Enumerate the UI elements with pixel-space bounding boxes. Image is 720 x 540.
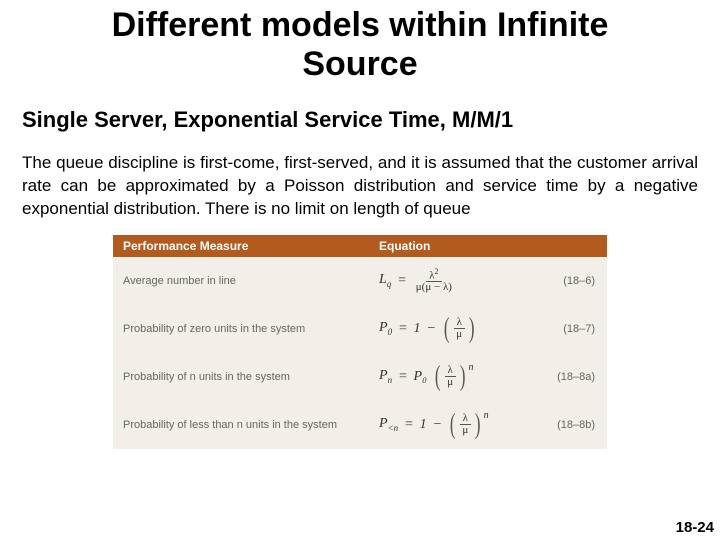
symbol-p0: P0 xyxy=(379,320,392,337)
table-row: Probability of less than n units in the … xyxy=(113,401,607,449)
equation-cell: Pn = P₀ ( λ μ ) n xyxy=(373,365,523,388)
exponent-n: n xyxy=(469,362,474,373)
equation-cell: P<n = 1 − ( λ μ ) n xyxy=(373,413,523,436)
paren-group: ( λ μ ) n xyxy=(448,413,489,436)
equation-cell: P0 = 1 − ( λ μ ) xyxy=(373,317,523,340)
measure-label: Probability of zero units in the system xyxy=(113,323,373,335)
fraction: λ μ xyxy=(453,317,465,340)
equals-icon: = xyxy=(404,417,413,433)
table-header: Performance Measure Equation xyxy=(113,235,607,257)
table-row: Average number in line Lq = λ2 μ(μ − λ) … xyxy=(113,257,607,305)
rparen-icon: ) xyxy=(469,319,475,339)
body-paragraph: The queue discipline is first-come, firs… xyxy=(0,140,720,231)
equals-icon: = xyxy=(398,369,407,385)
symbol-pn: Pn xyxy=(379,368,392,385)
lparen-icon: ( xyxy=(450,415,456,435)
lparen-icon: ( xyxy=(444,319,450,339)
fraction: λ μ xyxy=(459,413,471,436)
equation-ref: (18–7) xyxy=(523,323,607,335)
one: 1 xyxy=(420,417,427,433)
measure-label: Average number in line xyxy=(113,275,373,287)
table-row: Probability of zero units in the system … xyxy=(113,305,607,353)
lparen-icon: ( xyxy=(435,367,441,387)
page-title: Different models within Infinite Source xyxy=(0,0,720,88)
equation-ref: (18–6) xyxy=(523,275,607,287)
symbol-p0-ref: P₀ xyxy=(414,369,427,385)
one: 1 xyxy=(414,321,421,337)
symbol-pltn: P<n xyxy=(379,416,398,433)
equation-table: Performance Measure Equation Average num… xyxy=(113,235,607,449)
fraction: λ μ xyxy=(444,365,456,388)
equation-ref: (18–8b) xyxy=(523,419,607,431)
equals-icon: = xyxy=(397,273,406,289)
exponent-n: n xyxy=(484,410,489,421)
page-number: 18-24 xyxy=(676,519,714,536)
rparen-icon: ) xyxy=(460,367,466,387)
table-row: Probability of n units in the system Pn … xyxy=(113,353,607,401)
minus-icon: − xyxy=(427,321,436,337)
equation-cell: Lq = λ2 μ(μ − λ) xyxy=(373,268,523,294)
measure-label: Probability of less than n units in the … xyxy=(113,419,373,431)
section-subtitle: Single Server, Exponential Service Time,… xyxy=(0,88,720,140)
header-measure: Performance Measure xyxy=(113,239,373,253)
measure-label: Probability of n units in the system xyxy=(113,371,373,383)
paren-group: ( λ μ ) xyxy=(442,317,477,340)
minus-icon: − xyxy=(433,417,442,433)
header-equation: Equation xyxy=(373,239,523,253)
paren-group: ( λ μ ) n xyxy=(433,365,474,388)
fraction: λ2 μ(μ − λ) xyxy=(413,268,455,294)
equals-icon: = xyxy=(398,321,407,337)
symbol-lq: Lq xyxy=(379,272,391,289)
rparen-icon: ) xyxy=(475,415,481,435)
equation-ref: (18–8a) xyxy=(523,371,607,383)
